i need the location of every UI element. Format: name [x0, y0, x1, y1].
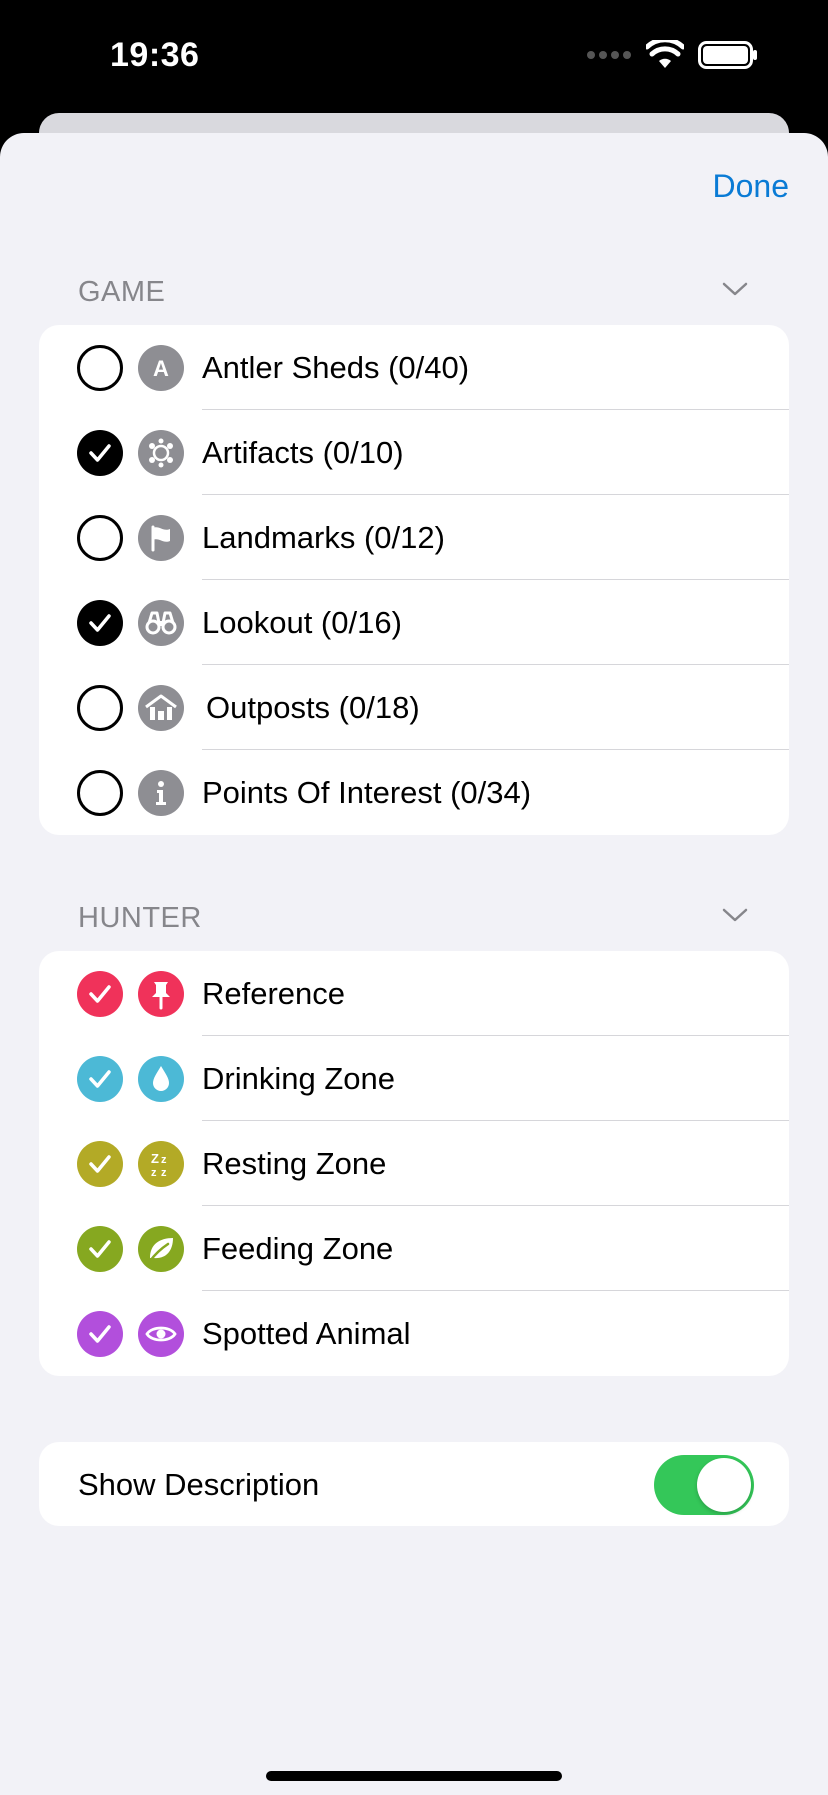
list-item-lookout[interactable]: Lookout (0/16): [39, 580, 789, 665]
pin-icon: [138, 971, 184, 1017]
home-indicator: [266, 1771, 562, 1781]
battery-icon: [698, 41, 757, 69]
water-drop-icon: [138, 1056, 184, 1102]
checkmark-circle-icon[interactable]: [77, 430, 123, 476]
list-item-label: Drinking Zone: [202, 1060, 395, 1096]
svg-text:z: z: [161, 1154, 167, 1166]
unchecked-circle-icon[interactable]: [77, 345, 123, 391]
list-item-label: Landmarks (0/12): [202, 519, 445, 555]
sleep-zzz-icon: Z z z z: [138, 1141, 184, 1187]
checkmark-circle-icon[interactable]: [77, 1226, 123, 1272]
cellular-signal-icon: [587, 51, 631, 59]
hunter-list: Reference Drinking Zone Z z z z Resting …: [39, 951, 789, 1376]
show-description-label: Show Description: [78, 1467, 320, 1502]
artifacts-icon: [138, 430, 184, 476]
info-icon: [138, 770, 184, 816]
checkmark-circle-icon[interactable]: [77, 1141, 123, 1187]
svg-text:z: z: [151, 1167, 157, 1179]
game-section-header: GAME: [78, 276, 166, 308]
svg-text:A: A: [153, 356, 169, 381]
unchecked-circle-icon[interactable]: [77, 515, 123, 561]
game-list: A Antler Sheds (0/40) Artifacts (0/10) L…: [39, 325, 789, 835]
done-button[interactable]: Done: [713, 168, 790, 205]
show-description-row: Show Description: [39, 1442, 789, 1526]
list-item-label: Feeding Zone: [202, 1230, 394, 1266]
list-item-antler-sheds[interactable]: A Antler Sheds (0/40): [39, 325, 789, 410]
binoculars-icon: [138, 600, 184, 646]
unchecked-circle-icon[interactable]: [77, 685, 123, 731]
list-item-landmarks[interactable]: Landmarks (0/12): [39, 495, 789, 580]
list-item-points-of-interest[interactable]: Points Of Interest (0/34): [39, 750, 789, 835]
list-item-outposts[interactable]: Outposts (0/18): [39, 665, 789, 750]
svg-text:z: z: [161, 1167, 167, 1179]
list-item-label: Outposts (0/18): [206, 689, 420, 725]
list-item-drinking-zone[interactable]: Drinking Zone: [39, 1036, 789, 1121]
list-item-label: Resting Zone: [202, 1145, 387, 1181]
list-item-label: Reference: [202, 975, 346, 1011]
unchecked-circle-icon[interactable]: [77, 770, 123, 816]
letter-a-icon: A: [138, 345, 184, 391]
list-item-label: Antler Sheds (0/40): [202, 349, 470, 385]
checkmark-circle-icon[interactable]: [77, 971, 123, 1017]
chevron-down-icon[interactable]: [722, 907, 748, 923]
list-item-feeding-zone[interactable]: Feeding Zone: [39, 1206, 789, 1291]
status-indicators: [586, 40, 758, 70]
svg-text:Z: Z: [151, 1151, 159, 1166]
filter-sheet: Done GAME A Antler Sheds (0/40) Artifact…: [0, 133, 828, 1795]
toggle-knob: [697, 1458, 751, 1512]
list-item-label: Lookout (0/16): [202, 604, 402, 640]
checkmark-circle-icon[interactable]: [77, 1056, 123, 1102]
wifi-icon: [646, 40, 684, 68]
list-item-label: Points Of Interest (0/34): [202, 774, 532, 810]
list-item-artifacts[interactable]: Artifacts (0/10): [39, 410, 789, 495]
list-item-spotted-animal[interactable]: Spotted Animal: [39, 1291, 789, 1376]
chevron-down-icon[interactable]: [722, 281, 748, 297]
status-bar: 19:36: [0, 0, 828, 115]
list-item-label: Artifacts (0/10): [202, 434, 404, 470]
hunter-section-header: HUNTER: [78, 902, 202, 934]
show-description-toggle[interactable]: [654, 1455, 754, 1515]
flag-icon: [138, 515, 184, 561]
list-item-reference[interactable]: Reference: [39, 951, 789, 1036]
list-item-resting-zone[interactable]: Z z z z Resting Zone: [39, 1121, 789, 1206]
status-time: 19:36: [110, 36, 200, 74]
outpost-house-icon: [138, 685, 184, 731]
checkmark-circle-icon[interactable]: [77, 1311, 123, 1357]
eye-icon: [138, 1311, 184, 1357]
checkmark-circle-icon[interactable]: [77, 600, 123, 646]
list-item-label: Spotted Animal: [202, 1315, 411, 1351]
leaf-icon: [138, 1226, 184, 1272]
